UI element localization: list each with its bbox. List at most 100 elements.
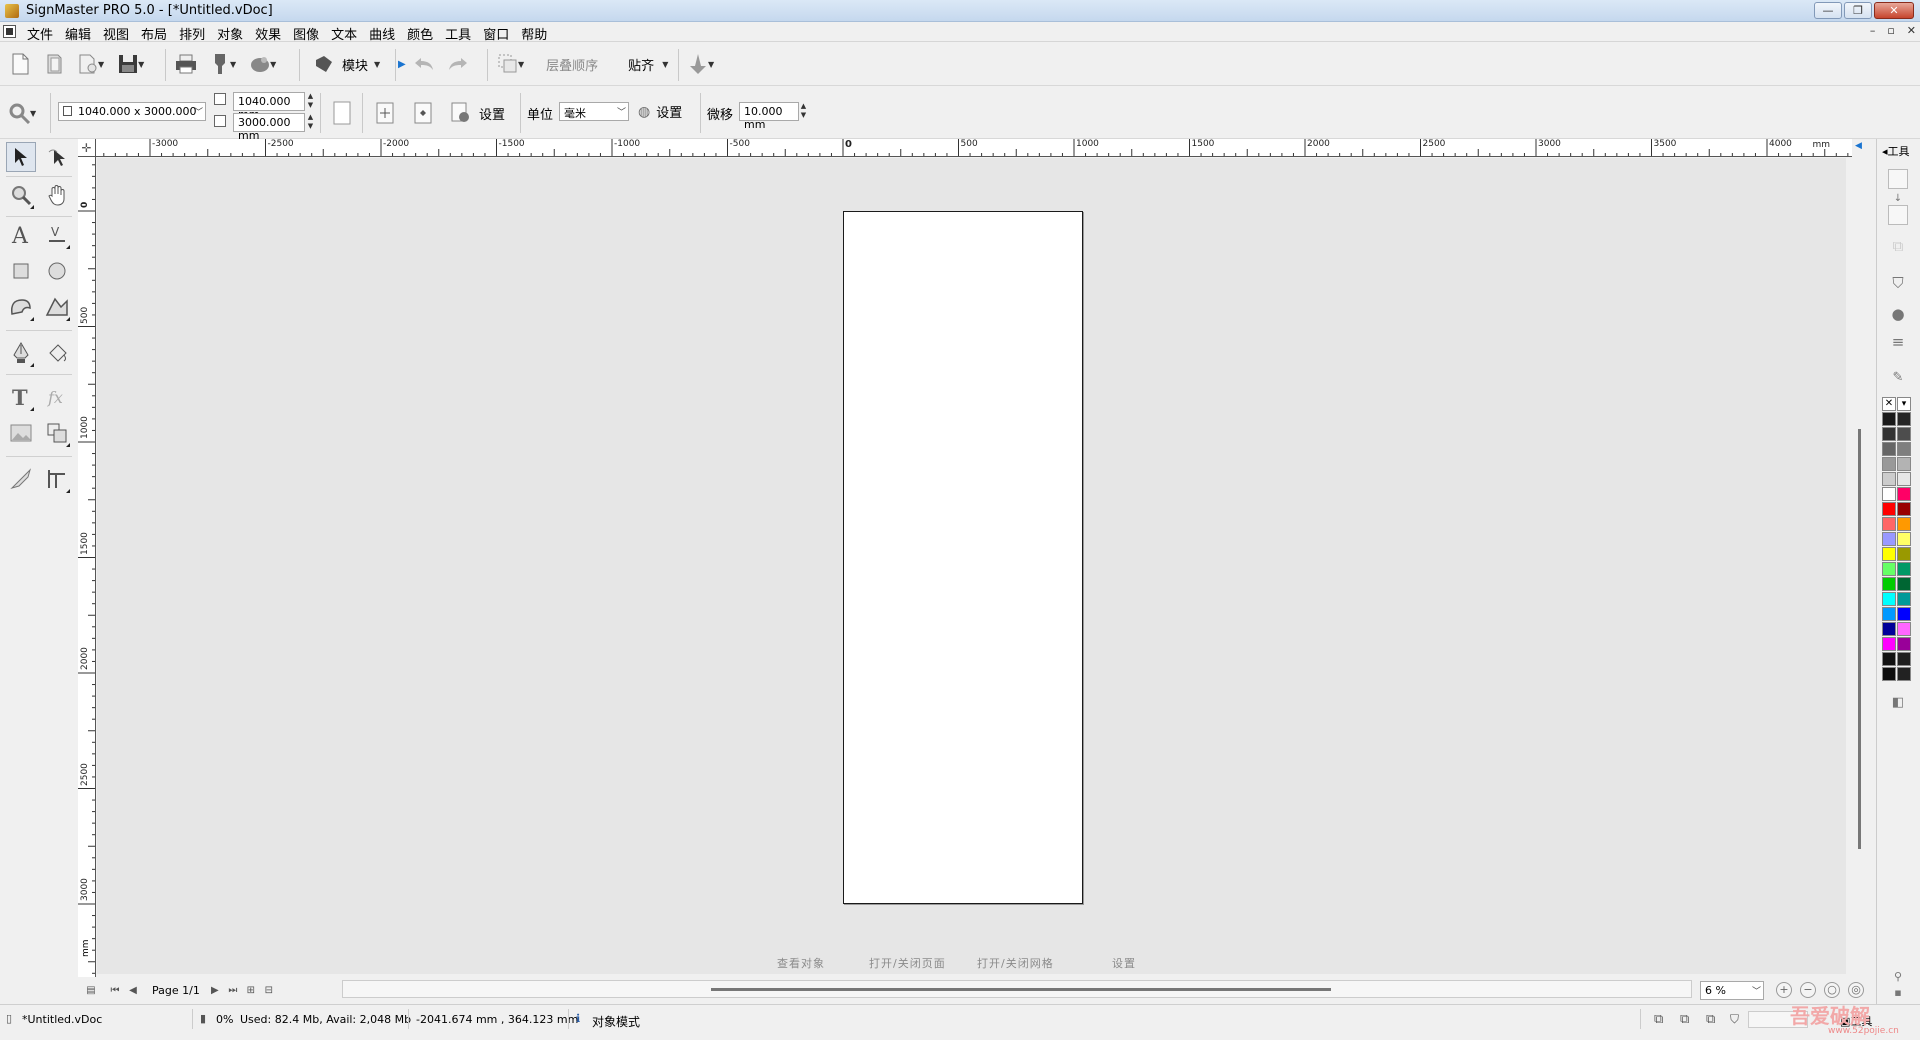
color-swatch[interactable] bbox=[1897, 457, 1911, 471]
color-swatch[interactable] bbox=[1882, 622, 1896, 636]
overlap-toggle-icon[interactable]: ⧉ bbox=[1680, 1012, 1692, 1027]
weld-dropdown-icon[interactable]: ▼ bbox=[708, 60, 714, 69]
palette-menu-icon[interactable]: ▾ bbox=[1897, 397, 1911, 411]
prev-page-icon[interactable]: ◀ bbox=[124, 981, 142, 999]
snap-toggle-icon[interactable]: ⧉ bbox=[1654, 1012, 1666, 1027]
zoom-in-icon[interactable]: + bbox=[1776, 982, 1792, 998]
no-fill-swatch[interactable]: ✕ bbox=[1882, 397, 1896, 411]
open-document-icon[interactable] bbox=[40, 50, 68, 78]
zoom-page-icon[interactable]: ◎ bbox=[1848, 982, 1864, 998]
unit-settings-icon[interactable]: ◍ bbox=[638, 104, 650, 120]
restore-button[interactable]: ❐ bbox=[1844, 2, 1872, 19]
menu-item-8[interactable]: 文本 bbox=[331, 24, 362, 43]
save-dropdown-icon[interactable]: ▼ bbox=[138, 60, 144, 69]
layer-order-label[interactable]: 层叠顺序 bbox=[546, 55, 598, 74]
color-swatch[interactable] bbox=[1882, 472, 1896, 486]
height-field[interactable]: 3000.000 mm bbox=[233, 113, 305, 142]
knife-tool-icon[interactable] bbox=[6, 464, 36, 494]
color-swatch[interactable] bbox=[1897, 637, 1911, 651]
dimension-tool-icon[interactable] bbox=[42, 464, 72, 494]
color-swatch[interactable] bbox=[1882, 502, 1896, 516]
color-swatch[interactable] bbox=[1897, 562, 1911, 576]
unit-settings-label[interactable]: 设置 bbox=[656, 102, 682, 121]
color-swatch[interactable] bbox=[1882, 412, 1896, 426]
formula-tool-icon[interactable]: fx bbox=[42, 382, 72, 412]
menu-item-5[interactable]: 对象 bbox=[217, 24, 248, 43]
zoom-fit-icon[interactable]: ○ bbox=[1824, 982, 1840, 998]
document-menu-icon[interactable] bbox=[3, 25, 16, 38]
text-effects-icon[interactable]: T bbox=[6, 382, 36, 412]
play-arrow-icon[interactable]: ▶ bbox=[398, 59, 406, 70]
canvas-settings-link[interactable]: 设置 bbox=[1112, 955, 1136, 971]
zoom-tool-icon[interactable] bbox=[6, 180, 36, 210]
print-icon[interactable] bbox=[172, 50, 200, 78]
dock-box-1[interactable] bbox=[1888, 169, 1908, 189]
menu-item-13[interactable]: 帮助 bbox=[521, 24, 552, 43]
width-spinner[interactable]: ▲ ▼ bbox=[306, 92, 315, 111]
align-lines-icon[interactable]: ≡ bbox=[1887, 331, 1909, 353]
horizontal-ruler[interactable]: -3000 -2500 -2000 -1500 -1000 -500 0 500 1000 150… bbox=[96, 139, 1852, 157]
filter-toggle-icon[interactable]: ⛉ bbox=[1730, 1012, 1742, 1026]
node-edit-tool-icon[interactable] bbox=[42, 142, 72, 172]
color-swatch[interactable] bbox=[1882, 592, 1896, 606]
menu-item-3[interactable]: 布局 bbox=[141, 24, 172, 43]
redo-icon[interactable] bbox=[444, 50, 472, 78]
vertical-scroll-thumb[interactable] bbox=[1858, 429, 1861, 849]
cutter-dropdown-icon[interactable]: ▼ bbox=[230, 60, 236, 69]
image-tool-icon[interactable] bbox=[6, 418, 36, 448]
layer-order-dropdown-icon[interactable]: ▼ bbox=[518, 60, 524, 69]
color-swatch[interactable] bbox=[1897, 442, 1911, 456]
toggle-grid-link[interactable]: 打开/关闭网格 bbox=[977, 955, 1054, 971]
color-swatch[interactable] bbox=[1897, 472, 1911, 486]
delete-page-icon[interactable]: ⊟ bbox=[260, 981, 278, 999]
fill-bucket-icon[interactable] bbox=[42, 338, 72, 368]
minimize-button[interactable]: — bbox=[1814, 2, 1842, 19]
snap-dropdown-icon[interactable]: ▼ bbox=[662, 60, 668, 69]
color-swatch[interactable] bbox=[1882, 667, 1896, 681]
nudge-field[interactable]: 10.000 mm bbox=[739, 102, 799, 131]
color-swatch[interactable] bbox=[1882, 487, 1896, 501]
snap-label[interactable]: 贴齐 bbox=[628, 55, 654, 74]
page-nav-icon[interactable] bbox=[409, 99, 437, 127]
select-tool-icon[interactable] bbox=[6, 142, 36, 172]
new-document-icon[interactable] bbox=[6, 50, 34, 78]
toggle-page-link[interactable]: 打开/关闭页面 bbox=[869, 955, 946, 971]
pen-tool-icon[interactable] bbox=[6, 338, 36, 368]
text-tool-icon[interactable]: A bbox=[6, 220, 36, 250]
module-icon[interactable] bbox=[310, 50, 338, 78]
ellipse-tool-icon[interactable] bbox=[42, 256, 72, 286]
rectangle-tool-icon[interactable] bbox=[6, 256, 36, 286]
color-swatch[interactable] bbox=[1882, 607, 1896, 621]
color-swatch[interactable] bbox=[1897, 652, 1911, 666]
arrange-tool-icon[interactable] bbox=[42, 418, 72, 448]
color-swatch[interactable] bbox=[1897, 412, 1911, 426]
page-list-icon[interactable]: ▤ bbox=[82, 981, 100, 999]
view-objects-link[interactable]: 查看对象 bbox=[777, 955, 825, 971]
circle-icon[interactable]: ● bbox=[1887, 303, 1909, 325]
color-swatch[interactable] bbox=[1882, 427, 1896, 441]
drawing-canvas[interactable]: 查看对象 打开/关闭页面 打开/关闭网格 设置 bbox=[97, 158, 1846, 974]
color-swatch[interactable] bbox=[1897, 487, 1911, 501]
polygon-tool-icon[interactable] bbox=[42, 292, 72, 322]
palette-options-icon[interactable]: ◧ bbox=[1887, 691, 1909, 713]
dock-box-2[interactable] bbox=[1888, 205, 1908, 225]
last-page-icon[interactable]: ⏭ bbox=[224, 981, 242, 999]
insert-page-icon[interactable]: ⊞ bbox=[242, 981, 260, 999]
color-swatch[interactable] bbox=[1882, 652, 1896, 666]
menu-item-6[interactable]: 效果 bbox=[255, 24, 286, 43]
color-swatch[interactable] bbox=[1882, 577, 1896, 591]
mdi-minimize-button[interactable]: – bbox=[1870, 24, 1876, 37]
color-swatch[interactable] bbox=[1897, 592, 1911, 606]
dock-title[interactable]: ◂工具 bbox=[1882, 143, 1910, 159]
color-swatch[interactable] bbox=[1897, 517, 1911, 531]
fill-cup-icon[interactable]: ⛉ bbox=[1887, 272, 1909, 294]
menu-item-10[interactable]: 颜色 bbox=[407, 24, 438, 43]
color-swatch[interactable] bbox=[1882, 517, 1896, 531]
shape-tool-icon[interactable] bbox=[6, 292, 36, 322]
menu-item-12[interactable]: 窗口 bbox=[483, 24, 514, 43]
ruler-origin-icon[interactable]: ✛ bbox=[78, 139, 96, 157]
group-toggle-icon[interactable]: ⧉ bbox=[1706, 1012, 1718, 1027]
eraser-icon[interactable]: ✎ bbox=[1887, 366, 1909, 388]
page-settings-label[interactable]: 设置 bbox=[479, 104, 505, 123]
color-swatch[interactable] bbox=[1882, 562, 1896, 576]
